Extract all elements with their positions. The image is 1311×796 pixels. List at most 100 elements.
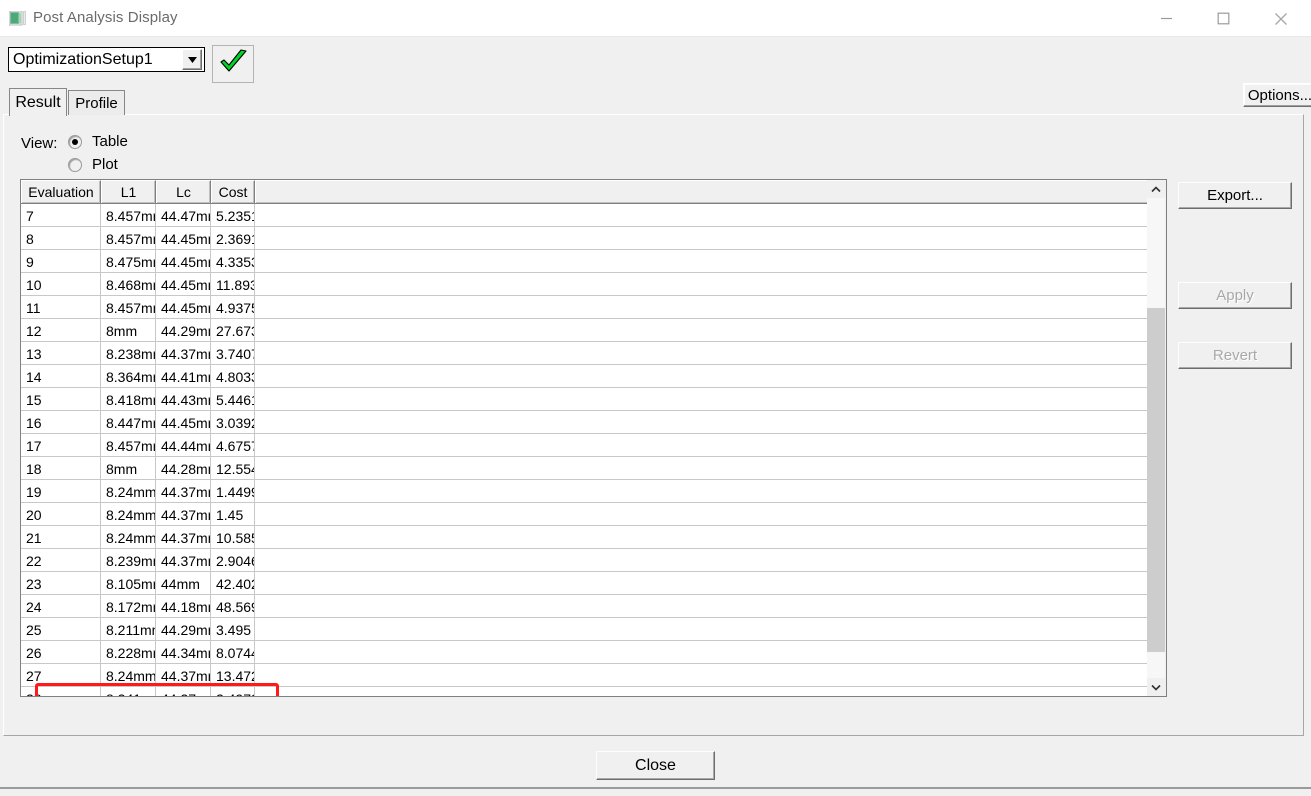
- table-cell[interactable]: 8.418mm: [101, 388, 156, 411]
- table-cell[interactable]: 26: [21, 641, 101, 664]
- close-button[interactable]: Close: [596, 751, 715, 780]
- table-row[interactable]: 158.418mm44.43mm5.4461: [21, 388, 1166, 411]
- table-cell[interactable]: 8.239mm: [101, 549, 156, 572]
- chevron-down-icon[interactable]: [182, 49, 202, 70]
- setup-select[interactable]: OptimizationSetup1: [8, 47, 205, 72]
- table-row[interactable]: 78.457mm44.47mm5.2351: [21, 204, 1166, 227]
- table-row[interactable]: 98.475mm44.45mm4.3353: [21, 250, 1166, 273]
- maximize-icon[interactable]: [1200, 0, 1246, 37]
- table-cell[interactable]: 8.172mm: [101, 595, 156, 618]
- table-cell[interactable]: 23: [21, 572, 101, 595]
- table-cell[interactable]: 11: [21, 296, 101, 319]
- table-row[interactable]: 258.211mm44.29mm3.495: [21, 618, 1166, 641]
- table-cell[interactable]: 48.569: [211, 595, 255, 618]
- scrollbar-track[interactable]: [1147, 198, 1165, 678]
- table-column-header[interactable]: Lc: [156, 180, 211, 203]
- table-cell[interactable]: 44.47mm: [156, 204, 211, 227]
- table-cell[interactable]: 44.45mm: [156, 227, 211, 250]
- table-row[interactable]: 268.228mm44.34mm8.0744: [21, 641, 1166, 664]
- tab-profile[interactable]: Profile: [68, 90, 125, 115]
- radio-mark-table[interactable]: [68, 134, 82, 149]
- table-cell[interactable]: 10: [21, 273, 101, 296]
- table-cell[interactable]: 44.37mm: [156, 503, 211, 526]
- table-cell[interactable]: 44mm: [156, 572, 211, 595]
- table-cell[interactable]: 44.37mm: [156, 687, 211, 696]
- table-column-header[interactable]: Cost: [211, 180, 255, 203]
- table-cell[interactable]: 13: [21, 342, 101, 365]
- table-cell[interactable]: 8.24mm: [101, 526, 156, 549]
- table-row[interactable]: 248.172mm44.18mm48.569: [21, 595, 1166, 618]
- table-cell[interactable]: 25: [21, 618, 101, 641]
- table-cell[interactable]: 27: [21, 664, 101, 687]
- table-row[interactable]: 108.468mm44.45mm11.893: [21, 273, 1166, 296]
- table-cell[interactable]: 8.0744: [211, 641, 255, 664]
- table-cell[interactable]: 12.554: [211, 457, 255, 480]
- table-column-header[interactable]: L1: [101, 180, 156, 203]
- table-cell[interactable]: 4.8033: [211, 365, 255, 388]
- table-cell[interactable]: 4.6757: [211, 434, 255, 457]
- close-icon[interactable]: [1258, 0, 1304, 37]
- table-cell[interactable]: 44.37mm: [156, 526, 211, 549]
- table-cell[interactable]: 44.37mm: [156, 664, 211, 687]
- table-cell[interactable]: 1.45: [211, 503, 255, 526]
- table-row[interactable]: 148.364mm44.41mm4.8033: [21, 365, 1166, 388]
- table-cell[interactable]: 8.105mm: [101, 572, 156, 595]
- table-cell[interactable]: 44.29mm: [156, 319, 211, 342]
- table-cell[interactable]: 8.24mm: [101, 503, 156, 526]
- table-row[interactable]: 188mm44.28mm12.554: [21, 457, 1166, 480]
- table-cell[interactable]: 19: [21, 480, 101, 503]
- table-row[interactable]: 118.457mm44.45mm4.9375: [21, 296, 1166, 319]
- table-cell[interactable]: 9: [21, 250, 101, 273]
- table-row[interactable]: 208.24mm44.37mm1.45: [21, 503, 1166, 526]
- table-cell[interactable]: 10.585: [211, 526, 255, 549]
- table-cell[interactable]: 2.4979: [211, 687, 255, 696]
- table-cell[interactable]: 44.37mm: [156, 549, 211, 572]
- table-cell[interactable]: 44.18mm: [156, 595, 211, 618]
- table-cell[interactable]: 8.475mm: [101, 250, 156, 273]
- radio-mark-plot[interactable]: [68, 157, 82, 172]
- table-cell[interactable]: 12: [21, 319, 101, 342]
- table-cell[interactable]: 14: [21, 365, 101, 388]
- table-row[interactable]: 128mm44.29mm27.673: [21, 319, 1166, 342]
- table-row[interactable]: 168.447mm44.45mm3.0392: [21, 411, 1166, 434]
- table-cell[interactable]: 13.472: [211, 664, 255, 687]
- table-cell[interactable]: 8.211mm: [101, 618, 156, 641]
- table-cell[interactable]: 8.457mm: [101, 434, 156, 457]
- minimize-icon[interactable]: [1143, 0, 1189, 37]
- table-cell[interactable]: 44.44mm: [156, 434, 211, 457]
- table-cell[interactable]: 8: [21, 227, 101, 250]
- table-cell[interactable]: 4.3353: [211, 250, 255, 273]
- table-cell[interactable]: 8.457mm: [101, 227, 156, 250]
- table-cell[interactable]: 44.28mm: [156, 457, 211, 480]
- table-cell[interactable]: 17: [21, 434, 101, 457]
- table-cell[interactable]: 44.45mm: [156, 250, 211, 273]
- table-cell[interactable]: 5.4461: [211, 388, 255, 411]
- table-cell[interactable]: 8.447mm: [101, 411, 156, 434]
- table-row[interactable]: 138.238mm44.37mm3.7407: [21, 342, 1166, 365]
- table-cell[interactable]: 22: [21, 549, 101, 572]
- table-body[interactable]: 78.457mm44.47mm5.235188.457mm44.45mm2.36…: [21, 204, 1166, 696]
- table-cell[interactable]: 44.45mm: [156, 273, 211, 296]
- table-cell[interactable]: 8.228mm: [101, 641, 156, 664]
- table-cell[interactable]: 44.37mm: [156, 480, 211, 503]
- table-cell[interactable]: 44.43mm: [156, 388, 211, 411]
- table-cell[interactable]: 8.457mm: [101, 296, 156, 319]
- table-cell[interactable]: 44.29mm: [156, 618, 211, 641]
- table-row[interactable]: 228.239mm44.37mm2.9046: [21, 549, 1166, 572]
- table-cell[interactable]: 27.673: [211, 319, 255, 342]
- table-cell[interactable]: 8mm: [101, 457, 156, 480]
- table-cell[interactable]: 15: [21, 388, 101, 411]
- table-cell[interactable]: 44.45mm: [156, 411, 211, 434]
- table-cell[interactable]: 8.241mm: [101, 687, 156, 696]
- view-radio-plot[interactable]: Plot: [68, 156, 118, 173]
- tab-result[interactable]: Result: [9, 88, 67, 116]
- table-row[interactable]: 198.24mm44.37mm1.4499: [21, 480, 1166, 503]
- table-cell[interactable]: 44.45mm: [156, 296, 211, 319]
- table-row[interactable]: 218.24mm44.37mm10.585: [21, 526, 1166, 549]
- table-cell[interactable]: 3.7407: [211, 342, 255, 365]
- table-cell[interactable]: 28: [21, 687, 101, 696]
- table-cell[interactable]: 11.893: [211, 273, 255, 296]
- table-cell[interactable]: 3.0392: [211, 411, 255, 434]
- table-cell[interactable]: 20: [21, 503, 101, 526]
- table-cell[interactable]: 18: [21, 457, 101, 480]
